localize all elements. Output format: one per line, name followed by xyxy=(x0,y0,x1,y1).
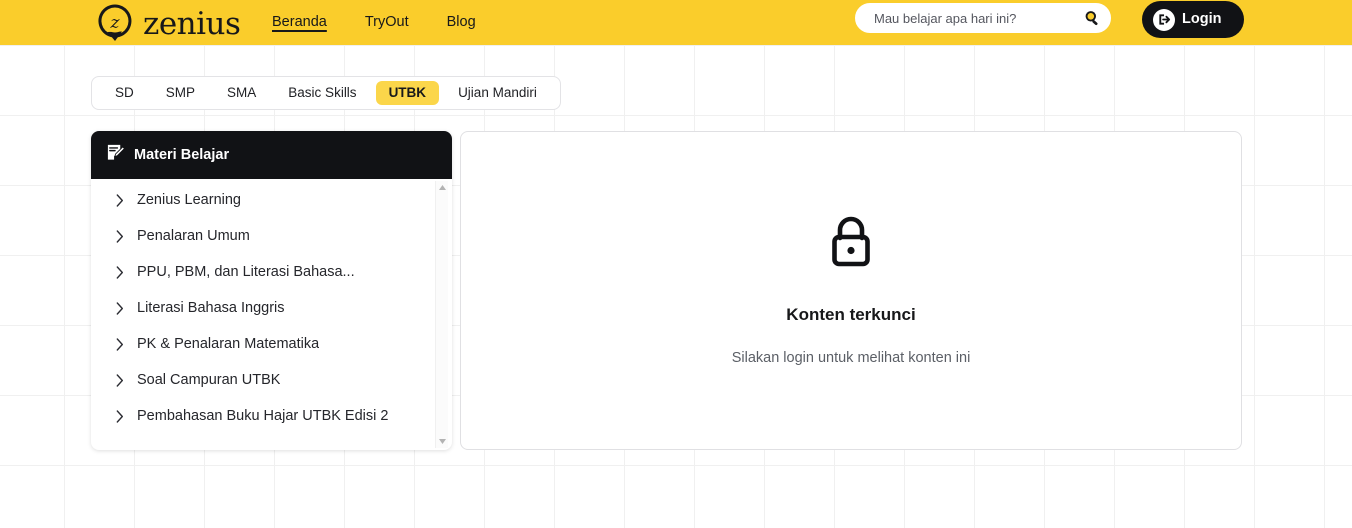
chevron-right-icon xyxy=(115,301,124,315)
login-button[interactable]: Login xyxy=(1142,1,1244,38)
sidebar-item-label: PK & Penalaran Matematika xyxy=(137,336,320,352)
sidebar-item-soal-campuran-utbk[interactable]: Soal Campuran UTBK xyxy=(115,362,424,398)
brand-logo[interactable]: z zenius xyxy=(93,1,241,45)
tab-ujian-mandiri[interactable]: Ujian Mandiri xyxy=(445,81,550,106)
search-box[interactable] xyxy=(855,3,1111,33)
brand-logo-text: zenius xyxy=(143,5,241,42)
sidebar-header: Materi Belajar xyxy=(91,131,452,179)
sidebar-item-pk-penalaran-matematika[interactable]: PK & Penalaran Matematika xyxy=(115,326,424,362)
sidebar-list: Zenius Learning Penalaran Umum PPU, PBM,… xyxy=(91,182,452,434)
search-input[interactable] xyxy=(874,10,1082,26)
chevron-right-icon xyxy=(115,193,124,207)
sidebar-item-label: Pembahasan Buku Hajar UTBK Edisi 2 xyxy=(137,408,389,424)
sidebar-item-label: Literasi Bahasa Inggris xyxy=(137,300,285,316)
main-nav: Beranda TryOut Blog xyxy=(272,0,476,45)
sidebar-item-ppu-pbm-literasi-bahasa[interactable]: PPU, PBM, dan Literasi Bahasa... xyxy=(115,254,424,290)
chevron-right-icon xyxy=(115,229,124,243)
sidebar-item-literasi-bahasa-inggris[interactable]: Literasi Bahasa Inggris xyxy=(115,290,424,326)
chevron-right-icon xyxy=(115,409,124,423)
scroll-up-arrow-icon[interactable] xyxy=(436,181,449,194)
search-icon[interactable] xyxy=(1082,8,1102,28)
locked-content-panel: Konten terkunci Silakan login untuk meli… xyxy=(460,131,1242,450)
nav-item-tryout[interactable]: TryOut xyxy=(365,15,409,30)
locked-subtitle: Silakan login untuk melihat konten ini xyxy=(731,350,971,366)
sidebar-item-label: Soal Campuran UTBK xyxy=(137,372,281,388)
login-button-label: Login xyxy=(1182,11,1222,28)
chevron-right-icon xyxy=(115,337,124,351)
tab-smp[interactable]: SMP xyxy=(153,81,208,106)
zenius-pin-logo-icon: z xyxy=(93,1,137,45)
sidebar-item-label: Zenius Learning xyxy=(137,192,241,208)
nav-item-beranda[interactable]: Beranda xyxy=(272,15,327,30)
tab-sd[interactable]: SD xyxy=(102,81,147,106)
note-edit-icon xyxy=(106,143,126,167)
tab-sma[interactable]: SMA xyxy=(214,81,269,106)
sidebar-scrollbar[interactable] xyxy=(435,181,448,448)
tab-basic-skills[interactable]: Basic Skills xyxy=(275,81,369,106)
sidebar-item-pembahasan-buku-hajar-utbk-edisi-2[interactable]: Pembahasan Buku Hajar UTBK Edisi 2 xyxy=(115,398,424,434)
padlock-locked-icon xyxy=(828,215,874,275)
materi-belajar-sidebar: Materi Belajar Zenius Learning Penalaran… xyxy=(91,131,452,450)
scroll-down-arrow-icon[interactable] xyxy=(436,435,449,448)
chevron-right-icon xyxy=(115,373,124,387)
sidebar-body: Zenius Learning Penalaran Umum PPU, PBM,… xyxy=(91,179,452,450)
sidebar-item-zenius-learning[interactable]: Zenius Learning xyxy=(115,182,424,218)
svg-text:z: z xyxy=(110,13,121,33)
sidebar-title: Materi Belajar xyxy=(134,146,230,163)
sidebar-item-label: PPU, PBM, dan Literasi Bahasa... xyxy=(137,264,355,280)
nav-item-blog[interactable]: Blog xyxy=(447,15,476,30)
tab-utbk[interactable]: UTBK xyxy=(375,80,440,106)
sign-in-icon xyxy=(1153,8,1175,31)
locked-title: Konten terkunci xyxy=(786,305,916,324)
top-header: z zenius Beranda TryOut Blog Login xyxy=(0,0,1352,45)
level-tab-bar: SD SMP SMA Basic Skills UTBK Ujian Mandi… xyxy=(91,76,561,110)
chevron-right-icon xyxy=(115,265,124,279)
sidebar-item-label: Penalaran Umum xyxy=(137,228,250,244)
sidebar-item-penalaran-umum[interactable]: Penalaran Umum xyxy=(115,218,424,254)
